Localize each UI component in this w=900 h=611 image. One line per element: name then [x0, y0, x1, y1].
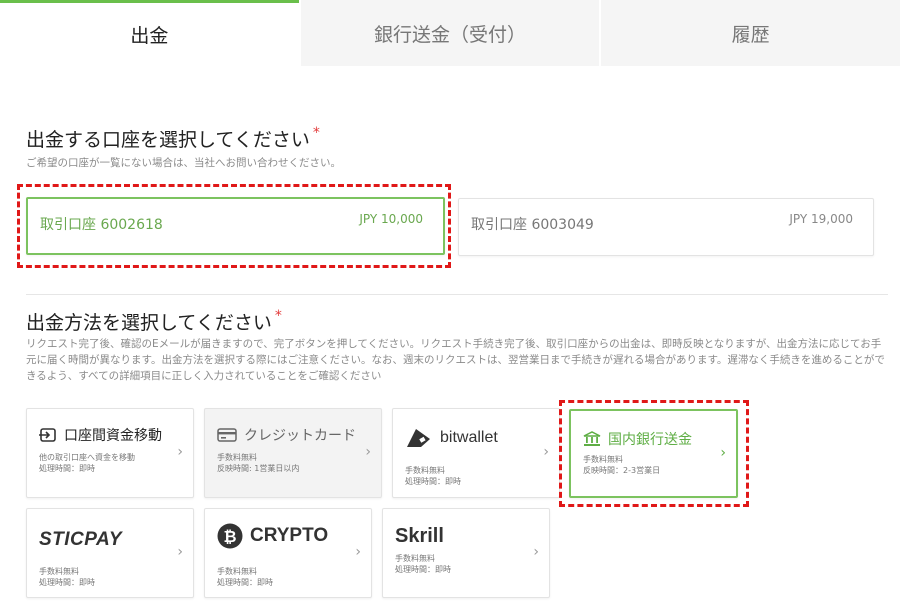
method-title: 口座間資金移動: [39, 425, 162, 445]
method-card-sticpay[interactable]: STICPAY 手数料無料 処理時間：即時 ›: [26, 508, 194, 598]
method-detail-line: 処理時間：即時: [39, 464, 95, 473]
credit-card-icon: [217, 428, 237, 442]
method-label: 国内銀行送金: [608, 432, 692, 448]
bitwallet-logo-icon: [405, 427, 433, 449]
chevron-right-icon: ›: [365, 444, 371, 461]
svg-text:₿: ₿: [223, 528, 236, 546]
withdrawal-tabs: 出金 銀行送金（受付） 履歴: [0, 0, 900, 66]
method-details: 他の取引口座へ資金を移動 処理時間：即時: [39, 452, 135, 474]
method-detail-line: 反映時間: 1営業日以内: [217, 464, 300, 473]
method-detail-line: 処理時間：即時: [39, 578, 95, 587]
chevron-right-icon: ›: [533, 544, 539, 561]
required-mark: *: [274, 308, 282, 324]
method-title: ₿ CRYPTO: [217, 523, 328, 549]
sticpay-logo: STICPAY: [39, 529, 123, 550]
method-detail-line: 他の取引口座へ資金を移動: [39, 453, 135, 462]
account-name: 取引口座 6003049: [471, 217, 594, 233]
method-detail-line: 処理時間：即時: [217, 578, 273, 587]
method-card-credit-card[interactable]: クレジットカード 手数料無料 反映時間: 1営業日以内 ›: [204, 408, 382, 498]
method-detail-line: 処理時間：即時: [405, 477, 461, 486]
method-section-title: 出金方法を選択してください *: [26, 308, 282, 335]
method-details: 手数料無料 反映時間: 1営業日以内: [217, 452, 299, 474]
method-details: 手数料無料 処理時間：即時: [395, 553, 451, 575]
method-label: CRYPTO: [250, 525, 329, 546]
account-section-title-text: 出金する口座を選択してください: [26, 129, 310, 151]
method-card-crypto[interactable]: ₿ CRYPTO 手数料無料 処理時間：即時 ›: [204, 508, 372, 598]
tab-history[interactable]: 履歴: [601, 0, 900, 66]
method-label: クレジットカード: [244, 428, 356, 444]
method-title: クレジットカード: [217, 425, 356, 445]
method-title: STICPAY: [39, 529, 122, 551]
method-detail-line: 反映時間：2-3営業日: [583, 466, 661, 475]
account-section-note: ご希望の口座が一覧にない場合は、当社へお問い合わせください。: [26, 157, 341, 169]
account-name: 取引口座 6002618: [40, 217, 163, 233]
method-detail-line: 手数料無料: [217, 453, 257, 462]
bank-icon: [583, 431, 601, 447]
method-title: Skrill: [395, 525, 444, 548]
method-detail-line: 手数料無料: [405, 466, 445, 475]
method-details: 手数料無料 処理時間：即時: [405, 465, 461, 487]
method-label: 口座間資金移動: [64, 428, 162, 444]
account-card-6003049[interactable]: 取引口座 6003049 JPY 19,000: [458, 198, 874, 256]
chevron-right-icon: ›: [177, 544, 183, 561]
tab-withdrawal[interactable]: 出金: [0, 0, 299, 66]
method-label: bitwallet: [440, 429, 498, 446]
account-balance: JPY 10,000: [359, 212, 423, 226]
required-mark: *: [312, 125, 320, 141]
chevron-right-icon: ›: [720, 444, 726, 461]
method-title: 国内銀行送金: [583, 429, 692, 449]
method-detail-line: 処理時間：即時: [395, 565, 451, 574]
tab-bank-transfer-receipt[interactable]: 銀行送金（受付）: [300, 0, 600, 66]
method-section-title-text: 出金方法を選択してください: [26, 312, 272, 334]
method-details: 手数料無料 反映時間：2-3営業日: [583, 454, 660, 476]
account-section-title: 出金する口座を選択してください *: [26, 125, 320, 152]
method-section-note: リクエスト完了後、確認のEメールが届きますので、完了ボタンを押してください。リク…: [26, 338, 885, 382]
method-card-skrill[interactable]: Skrill 手数料無料 処理時間：即時 ›: [382, 508, 550, 598]
method-detail-line: 手数料無料: [39, 567, 79, 576]
skrill-logo: Skrill: [395, 525, 444, 547]
bitcoin-icon: ₿: [217, 523, 243, 549]
method-title: bitwallet: [405, 427, 498, 449]
chevron-right-icon: ›: [543, 444, 549, 461]
method-card-internal-transfer[interactable]: 口座間資金移動 他の取引口座へ資金を移動 処理時間：即時 ›: [26, 408, 194, 498]
chevron-right-icon: ›: [355, 544, 361, 561]
method-detail-line: 手数料無料: [217, 567, 257, 576]
method-details: 手数料無料 処理時間：即時: [39, 566, 95, 588]
method-detail-line: 手数料無料: [583, 455, 623, 464]
account-balance: JPY 19,000: [789, 212, 853, 226]
section-divider: [26, 294, 888, 295]
method-details: 手数料無料 処理時間：即時: [217, 566, 273, 588]
chevron-right-icon: ›: [177, 444, 183, 461]
account-card-6002618[interactable]: 取引口座 6002618 JPY 10,000: [26, 197, 445, 255]
transfer-icon: [39, 427, 57, 443]
method-card-domestic-bank-transfer[interactable]: 国内銀行送金 手数料無料 反映時間：2-3営業日 ›: [569, 409, 738, 498]
method-card-bitwallet[interactable]: bitwallet 手数料無料 処理時間：即時 ›: [392, 408, 560, 498]
method-detail-line: 手数料無料: [395, 554, 435, 563]
